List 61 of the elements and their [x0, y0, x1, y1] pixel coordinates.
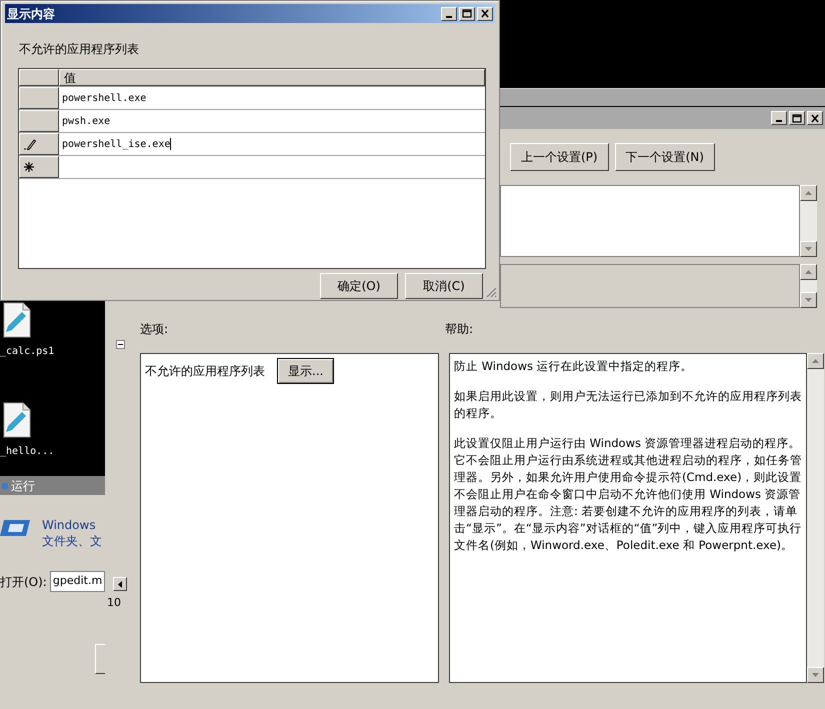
minimize-button[interactable] — [771, 111, 787, 125]
help-label: 帮助: — [445, 321, 474, 338]
help-text: 如果启用此设置，则用户无法运行已添加到不允许的应用程序列表的程序。 — [454, 388, 802, 422]
ok-button[interactable]: 确定(O) — [320, 273, 398, 299]
help-text: 此设置仅阻止用户运行由 Windows 资源管理器进程启动的程序。它不会阻止用户运行由系统进程或其他进程启动的程序，如任务管理器。另外，如果允许用户使用命令提示符(Cmd.exe)，则此设置不会阻止用户在命令窗口中启动不允许他们使用 Windows 资源管理器启动的程序。注意: 若要创建不允许的应用程序的列表，请单击“显示”。在“显示内容”对话框的“值”列中，键入应用程序可执行文件名(例如，Winword.exe、Poledit.exe 和 Powerpnt.exe)。 — [454, 435, 802, 554]
up-arrow-icon — [805, 270, 812, 274]
minimize-icon — [776, 120, 782, 122]
row-header[interactable] — [19, 156, 59, 178]
down-arrow-icon — [805, 247, 812, 251]
next-setting-button[interactable]: 下一个设置(N) — [614, 143, 715, 171]
collapse-icon[interactable] — [116, 340, 124, 349]
value-cell[interactable]: powershell.exe — [59, 87, 485, 109]
minimize-button[interactable] — [441, 6, 457, 20]
open-field[interactable]: gpedit.m — [50, 571, 105, 592]
value-cell[interactable]: powershell_ise.exe — [59, 133, 485, 155]
show-button[interactable]: 显示... — [277, 358, 334, 384]
minimize-icon — [446, 16, 452, 18]
close-button[interactable] — [477, 6, 493, 20]
description-text: 文件夹、文 — [42, 533, 102, 549]
up-arrow-icon — [805, 191, 812, 195]
scroll-left-button[interactable] — [113, 577, 127, 591]
comment-field[interactable] — [500, 185, 800, 257]
document-icon — [2, 302, 32, 338]
run-icon — [0, 517, 30, 539]
scrollbar[interactable] — [807, 353, 824, 683]
asterisk-icon — [24, 162, 34, 172]
close-button[interactable] — [807, 111, 823, 125]
up-arrow-icon — [812, 359, 819, 363]
previous-setting-button[interactable]: 上一个设置(P) — [510, 143, 609, 171]
close-icon — [480, 9, 490, 18]
file-label[interactable]: _calc.ps1 — [0, 344, 54, 359]
help-text: 防止 Windows 运行在此设置中指定的程序。 — [454, 358, 694, 375]
options-label: 选项: — [139, 321, 170, 338]
text-cursor — [170, 138, 172, 150]
maximize-icon — [792, 114, 802, 122]
row-header[interactable] — [19, 133, 59, 155]
maximize-icon — [462, 9, 472, 18]
left-arrow-icon — [118, 580, 122, 588]
maximize-button[interactable] — [459, 6, 475, 20]
open-label: 打开(O): — [0, 574, 47, 590]
cancel-button[interactable]: 取消(C) — [405, 273, 483, 299]
window-title: 运行 — [11, 478, 35, 494]
run-icon — [2, 480, 8, 490]
close-icon — [810, 114, 820, 122]
list-label: 不允许的应用程序列表 — [19, 41, 140, 58]
zoom-value[interactable]: 10 — [105, 595, 121, 612]
description-text: Windows — [42, 517, 97, 533]
down-arrow-icon — [812, 673, 819, 677]
scrollbar[interactable] — [800, 264, 817, 308]
row-header[interactable] — [19, 110, 59, 132]
document-icon — [2, 402, 32, 438]
row-header[interactable] — [19, 87, 59, 109]
scrollbar[interactable] — [800, 185, 817, 257]
window-title: 显示内容 — [7, 6, 55, 22]
down-arrow-icon — [805, 298, 812, 302]
resize-grip-icon[interactable] — [485, 286, 497, 298]
value-cell[interactable]: pwsh.exe — [59, 110, 485, 132]
maximize-button[interactable] — [789, 111, 805, 125]
column-header[interactable]: 值 — [59, 69, 485, 86]
option-label: 不允许的应用程序列表 — [145, 363, 265, 380]
file-label[interactable]: _hello... — [0, 444, 54, 459]
